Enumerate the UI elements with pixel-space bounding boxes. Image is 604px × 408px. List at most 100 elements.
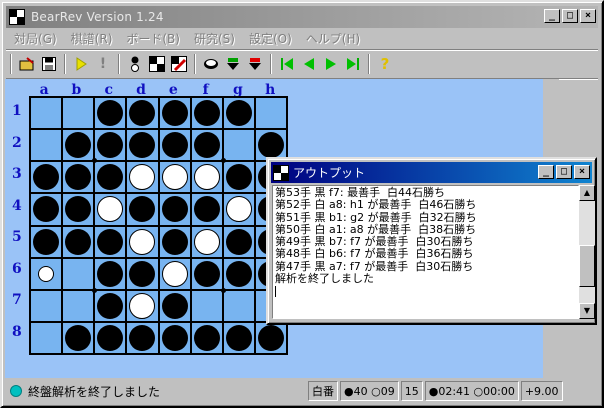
board-cell-c6[interactable]: [94, 257, 127, 290]
board-cell-c4[interactable]: [94, 193, 127, 226]
board-cell-d4[interactable]: [126, 193, 159, 226]
output-maximize-button[interactable]: □: [556, 165, 572, 179]
board-cell-a4[interactable]: [30, 193, 63, 226]
black-disc: [161, 196, 188, 223]
board-cell-c1[interactable]: [94, 97, 127, 130]
board-cell-d3[interactable]: [126, 161, 159, 194]
board-cell-d8[interactable]: [126, 321, 159, 354]
board-cell-d1[interactable]: [126, 97, 159, 130]
board-cell-b4[interactable]: [62, 193, 95, 226]
board-cell-a6[interactable]: [30, 257, 63, 290]
black-disc: [257, 132, 284, 159]
menu-help[interactable]: ヘルプ(H): [298, 30, 366, 47]
output-title-bar[interactable]: アウトプット _ □ ×: [271, 162, 592, 183]
othello-board[interactable]: [29, 96, 288, 355]
board-cell-e5[interactable]: [158, 225, 191, 258]
output-minimize-button[interactable]: _: [538, 165, 554, 179]
hint-icon[interactable]: !: [92, 53, 114, 75]
board-cell-a8[interactable]: [30, 321, 63, 354]
board-cell-a5[interactable]: [30, 225, 63, 258]
output-scrollbar[interactable]: ▲ ▼: [579, 185, 595, 319]
red-down-icon[interactable]: [244, 53, 266, 75]
board-cell-d7[interactable]: [126, 289, 159, 322]
board-cell-g7[interactable]: [222, 289, 255, 322]
board-cell-a7[interactable]: [30, 289, 63, 322]
output-text-area[interactable]: 第53手 黒 f7: 最善手 白44石勝ち 第52手 白 a8: h1 が最善手 …: [272, 185, 579, 319]
green-down-icon[interactable]: [222, 53, 244, 75]
black-stone-icon[interactable]: [124, 53, 146, 75]
board-cell-a2[interactable]: [30, 129, 63, 162]
board-cell-c5[interactable]: [94, 225, 127, 258]
board-cell-f1[interactable]: [190, 97, 223, 130]
board-cell-b3[interactable]: [62, 161, 95, 194]
close-button[interactable]: ×: [580, 9, 596, 23]
board-cell-c8[interactable]: [94, 321, 127, 354]
row-label: 4: [12, 197, 22, 214]
board-cell-g5[interactable]: [222, 225, 255, 258]
first-icon[interactable]: [276, 53, 298, 75]
board-cell-b5[interactable]: [62, 225, 95, 258]
board-cell-e8[interactable]: [158, 321, 191, 354]
scroll-thumb[interactable]: [579, 245, 595, 287]
scroll-down-button[interactable]: ▼: [579, 303, 595, 319]
menu-settings[interactable]: 設定(O): [241, 30, 298, 47]
save-icon[interactable]: [38, 53, 60, 75]
board-cell-g3[interactable]: [222, 161, 255, 194]
board-cell-b1[interactable]: [62, 97, 95, 130]
board-cell-f3[interactable]: [190, 161, 223, 194]
board-cell-d6[interactable]: [126, 257, 159, 290]
board-cell-a1[interactable]: [30, 97, 63, 130]
next-icon[interactable]: [320, 53, 342, 75]
board-cell-b7[interactable]: [62, 289, 95, 322]
main-title-bar[interactable]: BearRev Version 1.24 _ □ ×: [6, 6, 598, 28]
menu-record[interactable]: 棋譜(R): [63, 30, 119, 47]
board-icon[interactable]: [146, 53, 168, 75]
board-cell-g1[interactable]: [222, 97, 255, 130]
board-cell-b2[interactable]: [62, 129, 95, 162]
black-disc: [225, 164, 252, 191]
board-cell-f5[interactable]: [190, 225, 223, 258]
board-cell-g8[interactable]: [222, 321, 255, 354]
menu-game[interactable]: 対局(G): [6, 30, 63, 47]
maximize-button[interactable]: □: [562, 9, 578, 23]
board-cell-c2[interactable]: [94, 129, 127, 162]
black-disc: [193, 260, 220, 287]
board-cell-f7[interactable]: [190, 289, 223, 322]
board-cell-g4[interactable]: [222, 193, 255, 226]
minimize-button[interactable]: _: [544, 9, 560, 23]
board-cell-g6[interactable]: [222, 257, 255, 290]
board-cell-g2[interactable]: [222, 129, 255, 162]
board-cell-h8[interactable]: [254, 321, 287, 354]
board-cell-e4[interactable]: [158, 193, 191, 226]
board-cell-h1[interactable]: [254, 97, 287, 130]
help-icon[interactable]: ?: [374, 53, 396, 75]
board-cell-f8[interactable]: [190, 321, 223, 354]
open-folder-icon[interactable]: [16, 53, 38, 75]
board-cell-c7[interactable]: [94, 289, 127, 322]
board-cell-b8[interactable]: [62, 321, 95, 354]
scroll-up-button[interactable]: ▲: [579, 185, 595, 201]
board-cell-f2[interactable]: [190, 129, 223, 162]
board-cell-e1[interactable]: [158, 97, 191, 130]
board-cell-c3[interactable]: [94, 161, 127, 194]
edit-board-icon[interactable]: [168, 53, 190, 75]
board-cell-d2[interactable]: [126, 129, 159, 162]
white-disc: [193, 228, 220, 255]
board-cell-e3[interactable]: [158, 161, 191, 194]
last-icon[interactable]: [342, 53, 364, 75]
board-cell-f6[interactable]: [190, 257, 223, 290]
board-cell-b6[interactable]: [62, 257, 95, 290]
board-cell-e2[interactable]: [158, 129, 191, 162]
play-icon[interactable]: [70, 53, 92, 75]
board-cell-e6[interactable]: [158, 257, 191, 290]
board-cell-a3[interactable]: [30, 161, 63, 194]
menu-study[interactable]: 研究(S): [186, 30, 241, 47]
output-close-button[interactable]: ×: [574, 165, 590, 179]
menu-board[interactable]: ボード(B): [118, 30, 186, 47]
prev-icon[interactable]: [298, 53, 320, 75]
board-cell-e7[interactable]: [158, 289, 191, 322]
swap-icon[interactable]: [200, 53, 222, 75]
board-cell-f4[interactable]: [190, 193, 223, 226]
board-cell-d5[interactable]: [126, 225, 159, 258]
app-title: BearRev Version 1.24: [31, 10, 164, 24]
